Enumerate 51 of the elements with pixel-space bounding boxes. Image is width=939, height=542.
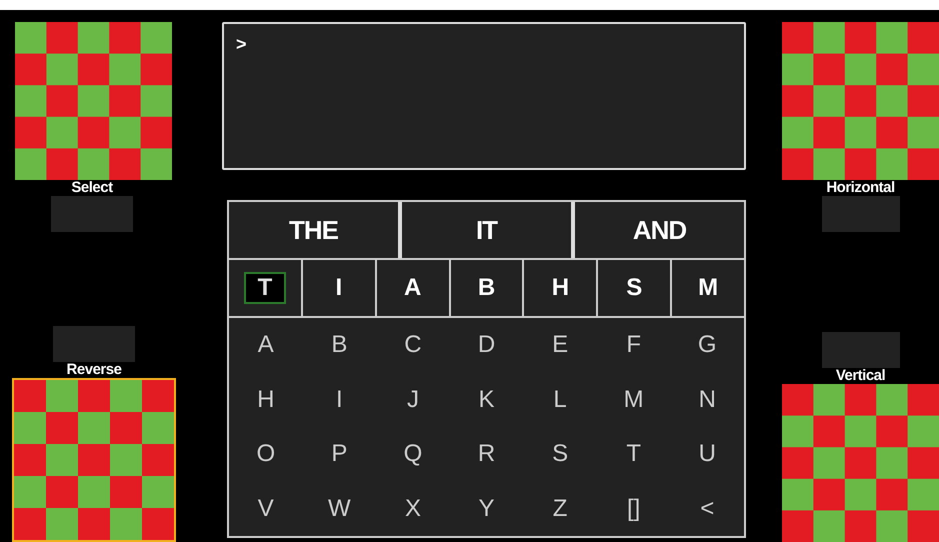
letter-key[interactable]: V xyxy=(229,482,303,536)
letter-key[interactable]: R xyxy=(450,427,524,482)
letter-key[interactable]: S xyxy=(613,272,656,304)
letter-key[interactable]: F xyxy=(596,318,670,372)
letter-key[interactable]: B xyxy=(302,318,376,372)
letter-key[interactable]: X xyxy=(376,482,450,536)
letter-key[interactable]: J xyxy=(376,372,450,427)
blank-button[interactable] xyxy=(53,326,135,362)
letter-key[interactable]: K xyxy=(450,372,524,427)
letter-key[interactable]: P xyxy=(302,427,376,482)
letter-key[interactable]: I xyxy=(302,372,376,427)
letter-key[interactable]: Z xyxy=(523,482,597,536)
letter-key[interactable]: H xyxy=(229,372,303,427)
letter-key[interactable]: I xyxy=(318,272,360,304)
checkerboard-drawing[interactable] xyxy=(12,378,176,542)
letter-key[interactable]: S xyxy=(523,427,597,482)
letter-key[interactable]: B xyxy=(466,272,508,304)
suggestion-key[interactable]: AND xyxy=(571,202,744,258)
letter-key[interactable]: D xyxy=(450,318,524,372)
checkerboard-drawing[interactable] xyxy=(15,22,172,180)
letter-key[interactable]: A xyxy=(229,318,303,372)
panel-label: Reverse xyxy=(66,362,122,378)
letter-key[interactable]: N xyxy=(670,372,744,427)
letter-key[interactable]: L xyxy=(523,372,597,427)
letter-key[interactable]: W xyxy=(302,482,376,536)
suggestion-key[interactable]: THE xyxy=(229,202,398,258)
letter-key[interactable]: U xyxy=(670,427,744,482)
panel-label: Horizontal xyxy=(826,180,895,196)
letter-key[interactable]: [] xyxy=(596,482,670,536)
output-display: > xyxy=(222,22,746,170)
letter-key[interactable]: G xyxy=(670,318,744,372)
blank-button[interactable] xyxy=(822,332,900,368)
suggestion-key[interactable]: IT xyxy=(398,202,571,258)
checkerboard-drawing[interactable] xyxy=(782,22,939,180)
letter-key[interactable]: H xyxy=(539,272,582,304)
blank-button[interactable] xyxy=(51,196,133,232)
letter-key[interactable]: O xyxy=(229,427,303,482)
checkerboard-drawing[interactable] xyxy=(782,384,939,542)
letter-key[interactable]: Q xyxy=(376,427,450,482)
letter-key[interactable]: M xyxy=(596,372,670,427)
panel-label: Vertical xyxy=(836,368,886,384)
letter-key[interactable]: T xyxy=(596,427,670,482)
letter-key[interactable]: C xyxy=(376,318,450,372)
letter-key[interactable]: M xyxy=(687,272,730,304)
blank-button[interactable] xyxy=(822,196,900,232)
letter-key[interactable]: Y xyxy=(450,482,524,536)
panel-label: Select xyxy=(71,180,113,196)
letter-key[interactable]: E xyxy=(523,318,597,372)
letter-key[interactable]: < xyxy=(670,482,744,536)
letter-key[interactable]: A xyxy=(392,272,434,304)
letter-key[interactable]: T xyxy=(244,272,286,304)
